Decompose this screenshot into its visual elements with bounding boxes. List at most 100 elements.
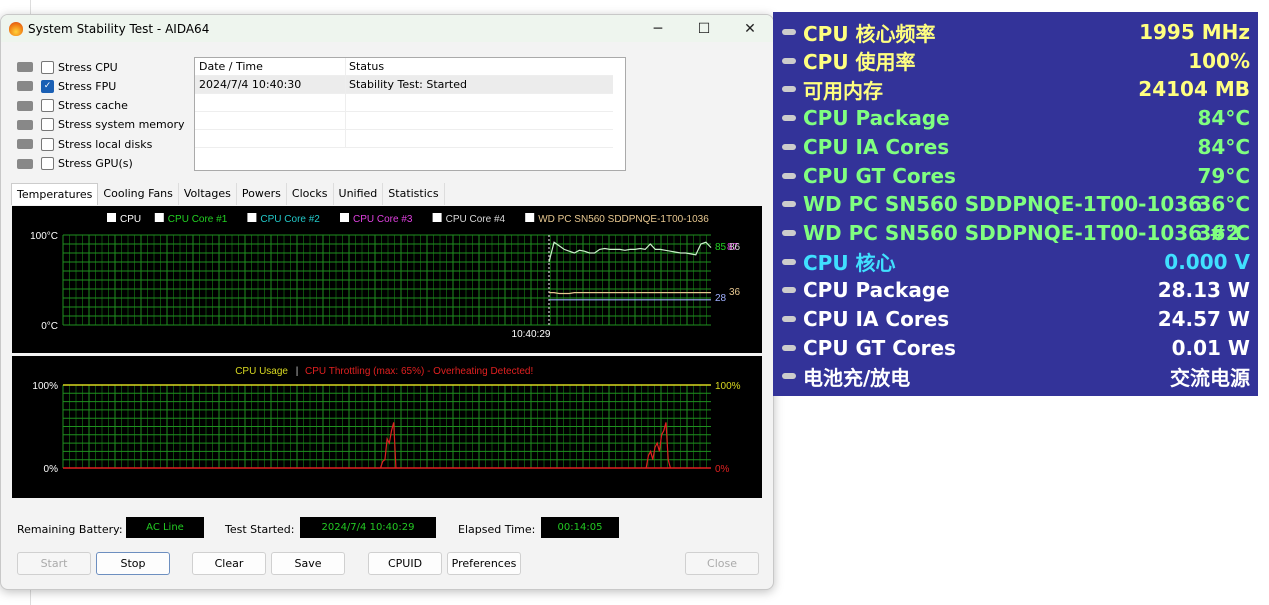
current-value-label: 28 <box>715 293 727 304</box>
disk-icon <box>17 139 33 150</box>
stress-option[interactable]: Stress system memory <box>17 116 197 134</box>
graph-tabs: Temperatures Cooling Fans Voltages Powers Cl… <box>11 183 445 205</box>
cpuid-button[interactable]: CPUID <box>368 552 442 575</box>
throttling-title: CPU Throttling (max: 65%) - Overheating … <box>305 366 533 377</box>
log-status: Stability Test: Started <box>349 78 467 91</box>
sensor-label: CPU IA Cores <box>803 307 950 331</box>
temperature-graph-canvas: CPU CPU Core #1 CPU Core #2 CPU Core #3 CPU … <box>30 213 741 340</box>
sensor-value: 交流电源 <box>1170 365 1250 390</box>
gpu-icon <box>17 158 33 169</box>
sensor-icon <box>782 316 796 322</box>
sensor-label: 可用内存 <box>803 78 883 103</box>
tab-clocks[interactable]: Clocks <box>287 183 334 205</box>
event-log-table[interactable]: Date / Time Status 2024/7/4 10:40:30 Sta… <box>194 57 626 171</box>
tab-voltages[interactable]: Voltages <box>179 183 237 205</box>
cache-icon <box>17 100 33 111</box>
stress-checkbox[interactable] <box>41 118 54 132</box>
sensor-row: CPU GT Cores 0.01 W <box>773 334 1258 362</box>
y-axis-bottom-label: 0% <box>44 464 59 475</box>
stress-option[interactable]: Stress local disks <box>17 135 197 153</box>
legend-checkbox[interactable] <box>340 213 349 222</box>
tab-temperatures[interactable]: Temperatures <box>11 183 99 205</box>
save-button[interactable]: Save <box>271 552 345 575</box>
title-bar[interactable]: System Stability Test - AIDA64 ─ ☐ ✕ <box>1 15 773 42</box>
legend-item: CPU Core #2 <box>260 214 320 225</box>
sensor-panel: CPU 核心频率 1995 MHz CPU 使用率 100% 可用内存 24104 MB C… <box>773 12 1258 396</box>
stress-checkbox[interactable] <box>41 60 54 74</box>
sensor-label: CPU GT Cores <box>803 163 956 188</box>
clear-button[interactable]: Clear <box>192 552 266 575</box>
time-label: 10:40:29 <box>512 329 551 340</box>
sensor-icon <box>782 172 796 179</box>
sensor-label: 电池充/放电 <box>803 365 911 390</box>
test-started-value: 2024/7/4 10:40:29 <box>300 517 436 538</box>
stress-option[interactable]: Stress GPU(s) <box>17 155 197 173</box>
sensor-icon <box>782 57 796 64</box>
minimize-button[interactable]: ─ <box>635 15 681 42</box>
sensor-label: WD PC SN560 SDDPNQE-1T00-1036 <box>803 192 1203 217</box>
sensor-row: CPU Package 84°C <box>773 104 1258 132</box>
legend-item: WD PC SN560 SDDPNQE-1T00-1036 <box>538 214 709 225</box>
battery-value: AC Line <box>126 517 204 538</box>
stress-option[interactable]: ✓ Stress FPU <box>17 77 197 95</box>
sensor-row: CPU GT Cores 79°C <box>773 162 1258 190</box>
stress-label: Stress system memory <box>58 118 185 132</box>
stress-checkbox[interactable] <box>41 99 54 113</box>
stop-button[interactable]: Stop <box>96 552 170 575</box>
sensor-label: CPU 核心频率 <box>803 21 936 46</box>
start-button[interactable]: Start <box>17 552 91 575</box>
stress-option[interactable]: Stress cache <box>17 97 197 115</box>
sensor-row: WD PC SN560 SDDPNQE-1T00-1036 36°C <box>773 190 1258 218</box>
close-window-button[interactable]: ✕ <box>727 15 773 42</box>
legend-checkbox[interactable] <box>247 213 257 222</box>
log-row[interactable]: 2024/7/4 10:40:30 Stability Test: Starte… <box>195 76 613 94</box>
sensor-icon <box>782 201 796 208</box>
sensor-row: CPU IA Cores 24.57 W <box>773 305 1258 333</box>
sensor-label: CPU GT Cores <box>803 335 956 360</box>
elapsed-time-value: 00:14:05 <box>541 517 619 538</box>
sensor-value: 24104 MB <box>1138 77 1250 102</box>
current-value-label: 36 <box>729 287 741 298</box>
sensor-icon <box>782 115 796 122</box>
tab-statistics[interactable]: Statistics <box>383 183 445 205</box>
tab-powers[interactable]: Powers <box>237 183 287 205</box>
legend-checkbox[interactable] <box>432 213 442 222</box>
header-date-time[interactable]: Date / Time <box>195 58 346 75</box>
graph-grid <box>62 234 711 326</box>
sensor-row: 电池充/放电 交流电源 <box>773 362 1258 390</box>
sensor-icon <box>782 229 796 236</box>
log-date-time: 2024/7/4 10:40:30 <box>195 76 346 93</box>
sensor-value: 84°C <box>1197 106 1250 131</box>
legend-item: CPU <box>120 214 141 225</box>
legend-item: CPU Core #1 <box>168 214 228 225</box>
window-title: System Stability Test - AIDA64 <box>28 21 210 36</box>
header-status[interactable]: Status <box>346 60 384 73</box>
title-separator: | <box>296 366 299 377</box>
stress-option[interactable]: Stress CPU <box>17 58 197 76</box>
sensor-row: CPU 使用率 100% <box>773 47 1258 75</box>
y-axis-top-label: 100°C <box>30 231 58 242</box>
stress-checkbox[interactable]: ✓ <box>41 79 54 93</box>
preferences-button[interactable]: Preferences <box>447 552 521 575</box>
sensor-row: CPU IA Cores 84°C <box>773 133 1258 161</box>
legend-checkbox[interactable] <box>154 213 164 222</box>
sensor-label: CPU 核心 <box>803 251 896 276</box>
tab-unified[interactable]: Unified <box>334 183 384 205</box>
cpu-usage-graph-canvas: CPU Usage | CPU Throttling (max: 65%) - Ov… <box>32 366 741 475</box>
temperature-graph: CPU CPU Core #1 CPU Core #2 CPU Core #3 CPU … <box>12 206 762 353</box>
sensor-label: CPU IA Cores <box>803 134 950 159</box>
close-button[interactable]: Close <box>685 552 759 575</box>
test-started-label: Test Started: <box>225 523 295 536</box>
y-axis-top-right-label: 100% <box>715 381 741 392</box>
stress-checkbox[interactable] <box>41 157 54 170</box>
tab-cooling-fans[interactable]: Cooling Fans <box>98 183 179 205</box>
sensor-row: 可用内存 24104 MB <box>773 75 1258 103</box>
stress-checkbox[interactable] <box>41 137 54 151</box>
legend-checkbox[interactable] <box>525 213 535 222</box>
stability-test-window: System Stability Test - AIDA64 ─ ☐ ✕ Dat… <box>0 14 774 590</box>
maximize-button[interactable]: ☐ <box>681 15 727 42</box>
current-value-label: 86 <box>729 242 741 253</box>
battery-label: Remaining Battery: <box>17 523 123 536</box>
legend-checkbox[interactable] <box>107 213 116 222</box>
sensor-label: WD PC SN560 SDDPNQE-1T00-1036 #2 <box>803 220 1240 245</box>
